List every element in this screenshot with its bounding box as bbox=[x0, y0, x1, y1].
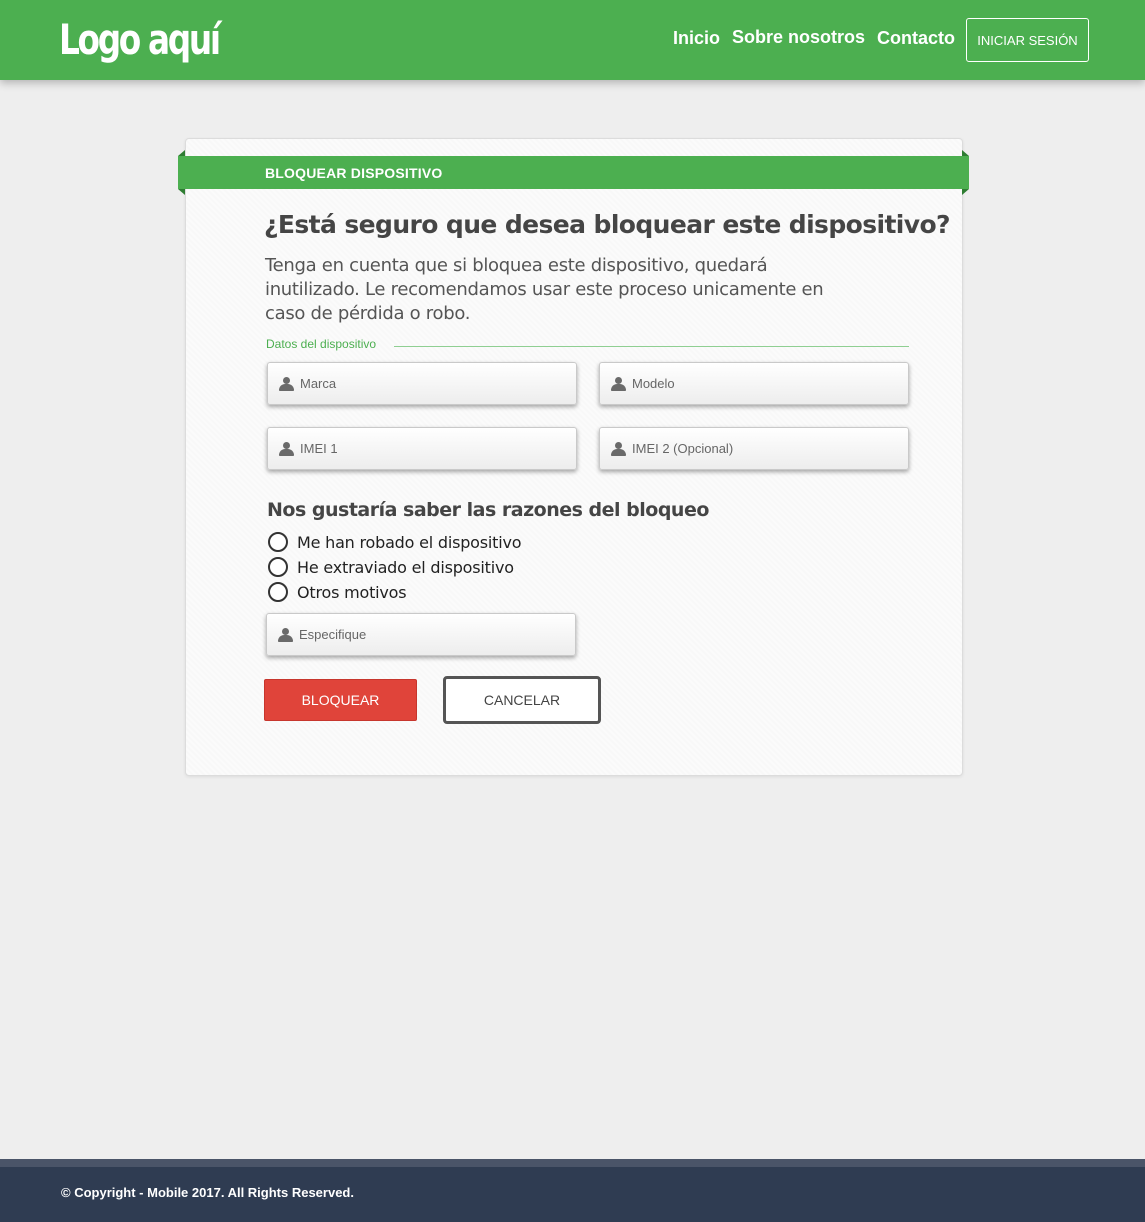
copyright-text: © Copyright - Mobile 2017. All Rights Re… bbox=[61, 1185, 354, 1200]
imei2-placeholder: IMEI 2 (Opcional) bbox=[632, 441, 734, 456]
card-title: BLOQUEAR DISPOSITIVO bbox=[265, 165, 443, 181]
user-icon bbox=[278, 627, 293, 642]
user-icon bbox=[279, 441, 294, 456]
logo[interactable]: Logo aquí bbox=[59, 12, 221, 68]
marca-placeholder: Marca bbox=[300, 376, 337, 391]
fieldset-legend: Datos del dispositivo bbox=[266, 337, 377, 351]
user-icon bbox=[279, 376, 294, 391]
especifique-placeholder: Especifique bbox=[299, 627, 367, 642]
reason-label[interactable]: Me han robado el dispositivo bbox=[297, 533, 522, 552]
block-button[interactable]: BLOQUEAR bbox=[264, 679, 417, 721]
radio-icon[interactable] bbox=[268, 557, 288, 577]
reason-option-otros[interactable]: Otros motivos bbox=[268, 582, 407, 602]
modelo-placeholder: Modelo bbox=[632, 376, 675, 391]
reason-label[interactable]: He extraviado el dispositivo bbox=[297, 558, 514, 577]
modelo-field[interactable]: Modelo bbox=[599, 362, 909, 405]
ribbon-fold-left-bottom bbox=[178, 189, 185, 195]
nav-link-inicio[interactable]: Inicio bbox=[673, 28, 720, 49]
warning-description: Tenga en cuenta que si bloquea este disp… bbox=[265, 255, 824, 324]
imei2-field[interactable]: IMEI 2 (Opcional) bbox=[599, 427, 909, 470]
confirm-question: ¿Está seguro que desea bloquear este dis… bbox=[264, 210, 951, 239]
top-navbar: Logo aquí Inicio Sobre nosotros Contacto… bbox=[0, 0, 1145, 80]
radio-icon[interactable] bbox=[268, 532, 288, 552]
imei1-field[interactable]: IMEI 1 bbox=[267, 427, 577, 470]
radio-icon[interactable] bbox=[268, 582, 288, 602]
reasons-title: Nos gustaría saber las razones del bloqu… bbox=[267, 499, 709, 521]
cancel-button[interactable]: CANCELAR bbox=[443, 676, 601, 724]
reason-label[interactable]: Otros motivos bbox=[297, 583, 407, 602]
nav-link-contacto[interactable]: Contacto bbox=[877, 28, 955, 49]
footer: © Copyright - Mobile 2017. All Rights Re… bbox=[0, 1167, 1145, 1222]
login-button[interactable]: INICIAR SESIÓN bbox=[966, 18, 1089, 62]
reason-option-robado[interactable]: Me han robado el dispositivo bbox=[268, 532, 522, 552]
imei1-placeholder: IMEI 1 bbox=[300, 441, 338, 456]
user-icon bbox=[611, 441, 626, 456]
nav-link-sobre-nosotros[interactable]: Sobre nosotros bbox=[732, 27, 865, 48]
user-icon bbox=[611, 376, 626, 391]
footer-accent-bar bbox=[0, 1159, 1145, 1167]
marca-field[interactable]: Marca bbox=[267, 362, 577, 405]
fieldset-divider bbox=[394, 346, 909, 347]
especifique-field[interactable]: Especifique bbox=[266, 613, 576, 656]
reason-option-extraviado[interactable]: He extraviado el dispositivo bbox=[268, 557, 514, 577]
ribbon-fold-right-bottom bbox=[962, 189, 969, 195]
